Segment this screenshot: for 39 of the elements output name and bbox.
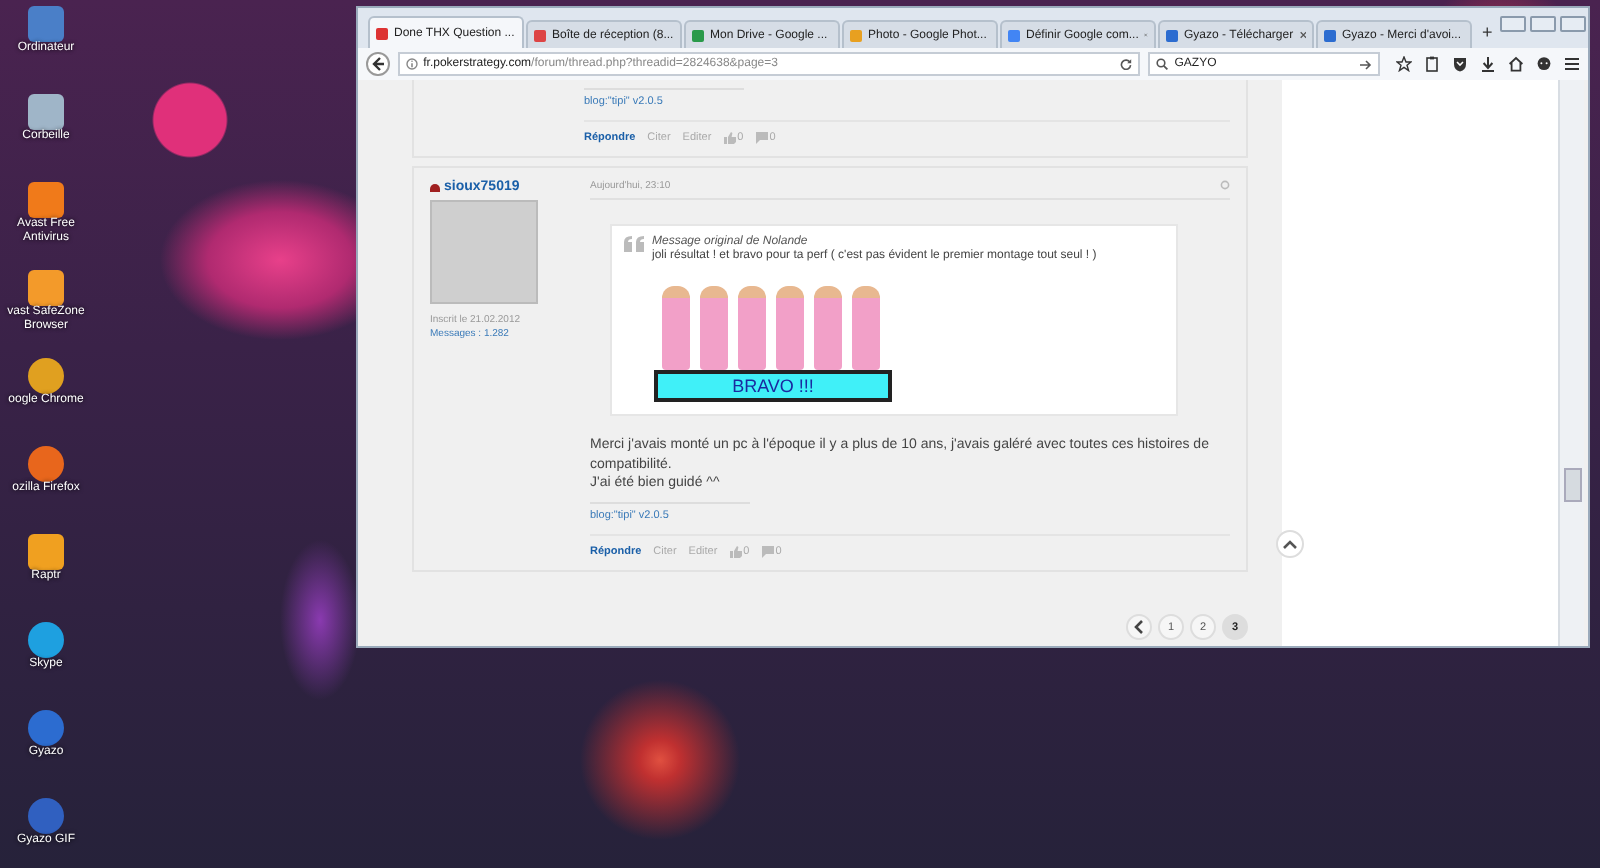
app-icon[interactable] xyxy=(28,270,64,306)
scrollbar[interactable] xyxy=(1558,80,1584,646)
avatar-placeholder xyxy=(430,200,538,304)
clipboard-icon[interactable] xyxy=(1424,56,1441,72)
star-icon[interactable] xyxy=(1396,56,1413,72)
home-icon[interactable] xyxy=(1508,56,1525,72)
new-tab-button[interactable]: + xyxy=(1474,22,1501,42)
search-icon xyxy=(1156,58,1169,70)
favicon-icon xyxy=(1166,29,1178,41)
app-icon[interactable] xyxy=(28,182,64,218)
favicon-icon xyxy=(376,27,388,39)
app-icon[interactable] xyxy=(28,446,64,482)
quote-icon xyxy=(624,236,644,252)
favicon-icon xyxy=(1008,29,1020,41)
favicon-icon xyxy=(1324,29,1336,41)
menu-icon[interactable] xyxy=(1564,56,1581,72)
bravo-drawing: BRAVO !!! xyxy=(654,282,892,402)
chevron-up-icon xyxy=(1282,538,1298,550)
app-icon[interactable] xyxy=(28,534,64,570)
download-icon[interactable] xyxy=(1480,56,1497,72)
favicon-icon xyxy=(692,29,704,41)
app-icon[interactable] xyxy=(28,358,64,394)
arrow-icon[interactable] xyxy=(1360,59,1373,69)
app-icon[interactable] xyxy=(28,622,64,658)
shield-icon[interactable] xyxy=(1452,56,1469,72)
status-icon xyxy=(430,183,440,191)
back-button[interactable] xyxy=(366,52,390,76)
previous-page-button[interactable] xyxy=(1126,614,1152,640)
chevron-left-icon xyxy=(1134,620,1144,634)
favicon-icon xyxy=(534,29,546,41)
chat-icon[interactable] xyxy=(1536,56,1553,72)
app-icon[interactable] xyxy=(28,798,64,834)
app-icon[interactable] xyxy=(28,94,64,130)
reload-icon[interactable] xyxy=(1120,58,1133,70)
info-icon[interactable] xyxy=(405,58,418,70)
close-icon[interactable] xyxy=(1299,30,1306,40)
favicon-icon xyxy=(850,29,862,41)
scroll-top-button[interactable] xyxy=(1276,530,1304,558)
app-icon[interactable] xyxy=(28,710,64,746)
